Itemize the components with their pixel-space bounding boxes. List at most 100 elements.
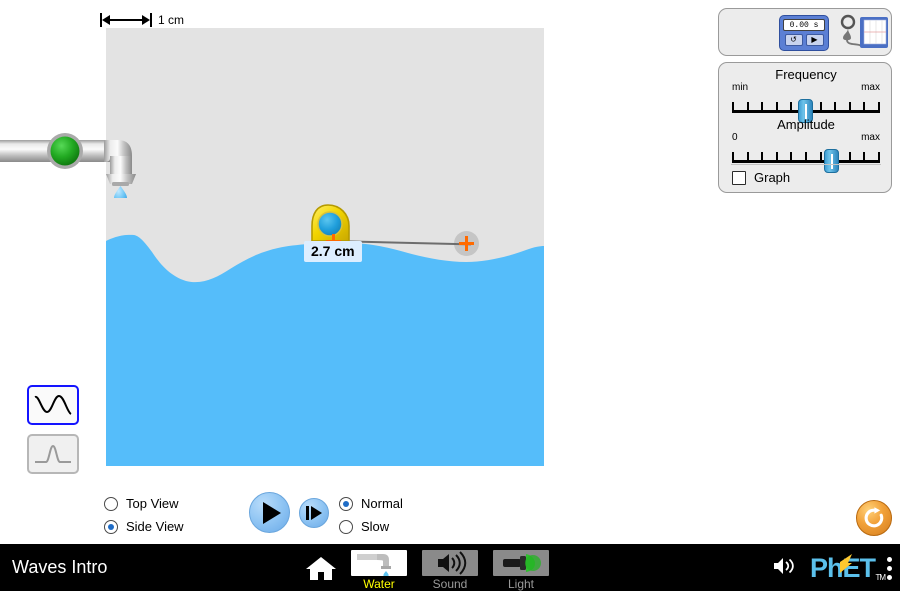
radio-normal-label: Normal <box>361 496 403 511</box>
phet-logo-trademark: TM <box>875 572 886 582</box>
nav-tab-water-thumbnail <box>351 550 407 576</box>
radio-top-view[interactable]: Top View <box>104 492 184 515</box>
nav-tab-water[interactable]: Water <box>348 550 410 591</box>
stopwatch-tool[interactable]: 0.00 s ↺ ▶ <box>779 15 829 51</box>
bottom-control-row: Top View Side View Normal Slow <box>0 492 900 544</box>
amp-ticks-tick <box>819 152 822 163</box>
reset-all-button[interactable] <box>856 500 892 536</box>
nav-tab-water-label: Water <box>363 577 395 591</box>
stopwatch-time-readout: 0.00 s <box>783 19 825 31</box>
amplitude-range-labels: 0 max <box>732 132 880 143</box>
freq-ticks-tick <box>848 102 851 113</box>
home-icon <box>306 557 336 580</box>
radio-slow-speed[interactable]: Slow <box>339 515 403 538</box>
amplitude-slider[interactable] <box>732 144 880 173</box>
freq-ticks-tick <box>775 102 778 113</box>
radio-top-view-label: Top View <box>126 496 179 511</box>
amp-ticks-tick <box>746 152 749 163</box>
amplitude-max-label: max <box>861 132 880 143</box>
faucet-icon <box>357 554 391 576</box>
radio-top-view-indicator <box>104 496 118 511</box>
home-button[interactable] <box>305 555 337 581</box>
control-panel: Frequency min max Amplitude 0 max Graph <box>718 62 892 193</box>
view-radio-group: Top View Side View <box>104 492 184 538</box>
phet-logo[interactable]: PhET TM <box>810 553 886 582</box>
pulse-wave-icon <box>35 444 71 463</box>
nav-tab-light[interactable]: Light <box>490 550 552 591</box>
navigation-bar: Waves Intro Water Sound Light PhET TM <box>0 544 900 591</box>
amplitude-control: Amplitude 0 max <box>732 117 880 173</box>
radio-side-view-label: Side View <box>126 519 184 534</box>
amplitude-slider-thumb[interactable] <box>824 149 840 173</box>
toolbox-panel: 0.00 s ↺ ▶ <box>718 8 892 56</box>
waveform-pulse-button[interactable] <box>27 434 79 474</box>
measuring-tape-reading: 2.7 cm <box>304 241 362 262</box>
frequency-control: Frequency min max <box>732 67 880 123</box>
sound-toggle-button[interactable] <box>772 555 798 582</box>
play-triangle-icon <box>263 501 281 524</box>
volume-icon <box>773 557 794 574</box>
simulation-stage: 1 cm 2.7 cm Top View Side View Normal Sl… <box>0 0 900 591</box>
radio-normal-speed[interactable]: Normal <box>339 492 403 515</box>
graph-checkbox[interactable] <box>732 170 746 185</box>
freq-ticks-tick <box>863 102 866 113</box>
amp-ticks-tick <box>761 152 764 163</box>
freq-ticks-tick <box>878 102 880 113</box>
phet-logo-flag-icon <box>839 553 852 581</box>
freq-ticks-tick <box>790 102 793 113</box>
nav-tab-sound-label: Sound <box>432 577 468 591</box>
amp-ticks-tick <box>775 152 778 163</box>
nav-tab-light-thumbnail <box>493 550 549 576</box>
wave-meter-tool[interactable] <box>839 13 889 53</box>
nav-tab-sound-thumbnail <box>422 550 478 576</box>
amp-ticks-tick <box>848 152 851 163</box>
freq-ticks-tick <box>746 102 749 113</box>
scale-bar-label: 1 cm <box>158 13 185 27</box>
frequency-range-labels: min max <box>732 82 880 93</box>
radio-normal-indicator <box>339 496 353 511</box>
amp-ticks-tick <box>732 152 734 163</box>
nav-tab-sound[interactable]: Sound <box>419 550 481 591</box>
amplitude-min-label: 0 <box>732 132 738 143</box>
stopwatch-restart-button[interactable]: ↺ <box>784 34 803 46</box>
phet-branding-area: PhET TM <box>772 552 892 584</box>
kebab-menu-icon[interactable] <box>887 556 892 580</box>
faucet-graphic <box>0 133 136 205</box>
amp-ticks-tick <box>790 152 793 163</box>
step-forward-button[interactable] <box>299 497 329 528</box>
freq-ticks-tick <box>761 102 764 113</box>
graph-checkbox-label: Graph <box>754 170 791 185</box>
radio-side-view-indicator <box>104 519 118 534</box>
stopwatch-play-button[interactable]: ▶ <box>805 34 824 46</box>
amplitude-title: Amplitude <box>777 117 835 132</box>
scale-bar: 1 cm <box>100 10 184 30</box>
radio-slow-indicator <box>339 519 353 534</box>
speed-radio-group: Normal Slow <box>339 492 403 538</box>
play-button[interactable] <box>249 492 290 533</box>
amp-ticks-tick <box>805 152 807 163</box>
scale-bar-arrow <box>100 13 152 27</box>
panel-divider <box>731 164 881 165</box>
graph-checkbox-row[interactable]: Graph <box>732 170 790 185</box>
nav-tab-light-label: Light <box>507 577 535 591</box>
speaker-icon <box>438 551 467 575</box>
wave-meter-icon <box>840 14 888 48</box>
freq-ticks-tick <box>732 102 734 113</box>
freq-ticks-tick <box>834 102 837 113</box>
reset-circular-arrow-icon <box>864 507 884 528</box>
waveform-continuous-button[interactable] <box>27 385 79 425</box>
radio-side-view[interactable]: Side View <box>104 515 184 538</box>
amp-ticks-tick <box>863 152 866 163</box>
sim-title: Waves Intro <box>12 557 108 577</box>
scale-bar-cap-right <box>150 13 152 27</box>
stopwatch-buttons: ↺ ▶ <box>783 34 825 46</box>
radio-slow-label: Slow <box>361 519 390 534</box>
scale-bar-arrowhead-left <box>102 15 110 25</box>
faucet[interactable] <box>0 118 150 205</box>
measuring-tape-end-crosshair[interactable] <box>459 236 474 251</box>
frequency-title: Frequency <box>775 67 837 82</box>
play-controls <box>249 492 329 533</box>
step-forward-icon <box>306 505 322 520</box>
frequency-min-label: min <box>732 82 749 93</box>
frequency-max-label: max <box>861 82 880 93</box>
